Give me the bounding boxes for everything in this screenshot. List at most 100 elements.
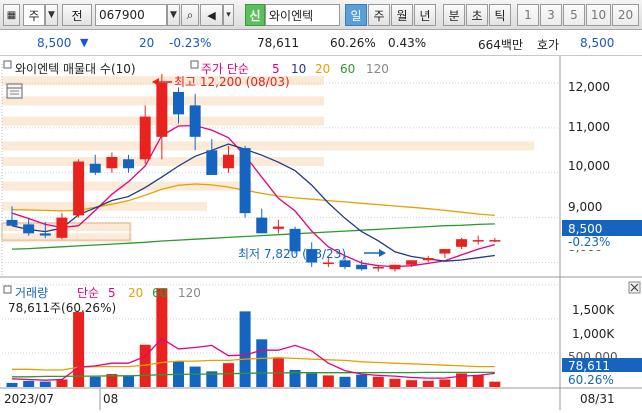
volume-bar [389,378,401,387]
volume-bar [306,373,318,387]
interval-1-button[interactable]: 1 [517,4,539,26]
candle-body [123,159,135,169]
volume-bar [23,380,35,387]
volume-bar [339,376,351,387]
price-legend-title: 와이엔텍 매물대 수(10) [15,62,136,76]
candle-body [472,240,484,242]
chart-area[interactable]: 와이엔텍 매물대 수(10) 주가 단순 5 10 20 60 120 최고 1… [0,56,642,410]
prev-button[interactable]: 전 [62,4,92,26]
candle-body [173,91,184,115]
tab-period-week[interactable]: 주 [368,4,390,26]
candle-body [389,264,401,270]
tab-period-second[interactable]: 초 [466,4,488,26]
stock-chart[interactable]: 와이엔텍 매물대 수(10) 주가 단순 5 10 20 60 120 최고 1… [0,56,642,410]
tab-period-minute[interactable]: 분 [443,4,465,26]
candle-body [23,224,35,234]
candle-body [372,267,384,269]
volume-value: 78,611 [257,36,299,50]
candle-body [189,105,201,137]
candle-body [206,150,218,175]
date-label-start: 2023/07 [4,392,54,406]
candle-body [156,82,168,137]
date-label-month: 08 [103,392,118,406]
volume-bar [406,380,418,387]
candle-body [422,258,434,261]
candle-body [222,154,234,169]
legend-swatch [3,60,12,69]
interval-3-button[interactable]: 3 [540,4,562,26]
speaker-dropdown-icon[interactable]: ▾ [223,4,234,26]
legend-swatch [190,60,199,69]
volume-tick: 1,000K [572,327,615,341]
tab-period-month[interactable]: 월 [391,4,413,26]
calendar-icon[interactable] [6,83,23,99]
volume-bar [39,381,51,387]
stock-name: 와이엔텍 [265,4,340,26]
market-dropdown-icon[interactable]: ▼ [45,4,58,26]
volume-bar [489,381,501,387]
volume-bar [422,380,434,387]
legend-ma10: 10 [291,62,306,76]
price-tick: 12,000 [568,80,610,94]
volume-summary: 78,611주(60.26%) [8,301,116,315]
volume-bar [189,366,201,387]
candle-body [356,264,368,270]
candle-body [106,157,118,169]
candle-body [406,260,418,265]
trade-amount: 664백만 [478,38,523,52]
stock-code-input[interactable]: 067900 [95,4,167,26]
market-select[interactable]: 주 [23,4,45,26]
tab-period-tick[interactable]: 틱 [489,4,511,26]
volume-legend-ma-label: 단순 [77,286,99,300]
quote-label: 호가 [537,38,560,52]
toolbar: ▦ 주 ▼ 전 067900 ▼ ⌕ ◀ ▾ 신 와이엔텍 일 주 월 년 분 … [0,0,642,30]
candle-body [489,240,501,242]
price-tag-value: 8,500 [568,222,602,236]
stock-code-dropdown-icon[interactable]: ▼ [167,4,180,26]
volume-bar [322,375,334,387]
volume-bar [439,379,451,387]
interval-5-button[interactable]: 5 [563,4,585,26]
candle-body [6,219,18,226]
legend-ma5: 5 [272,62,280,76]
legend-ma20: 20 [315,62,330,76]
candle-body [322,262,334,265]
vlegend-ma20: 20 [128,286,143,300]
down-arrow-icon: ▼ [80,36,89,49]
candle-body [139,116,151,160]
candle-body [272,226,284,229]
price-tick: 11,000 [568,120,610,134]
price-legend-ma-label: 주가 단순 [201,62,249,76]
candle-body [89,163,101,173]
volume-bar [56,379,68,387]
price-tick: 9,000 [568,200,602,214]
volume-tick: 1,500K [572,303,615,317]
vlegend-ma5: 5 [108,286,116,300]
volume-profile-band [2,141,534,151]
candle-body [239,148,251,214]
volume-bar [356,374,368,387]
volume-bar [6,382,18,387]
vlegend-ma60: 60 [152,286,167,300]
new-badge: 신 [245,4,265,26]
interval-10-button[interactable]: 10 [586,4,611,26]
current-price: 8,500 [37,36,72,50]
speaker-icon[interactable]: ◀ [200,4,223,26]
volume-bar [372,376,384,387]
high-label: 최고 12,200 (08/03) [174,75,290,89]
volume-legend-title: 거래량 [15,286,48,300]
candle-body [256,217,268,234]
search-icon[interactable]: ⌕ [181,4,199,26]
volume-bar [89,376,101,387]
candle-body [39,233,51,236]
volume-bar [123,376,135,387]
grid-icon[interactable]: ▦ [3,4,20,26]
tab-period-year[interactable]: 년 [414,4,436,26]
candle-body [439,249,451,254]
interval-20-button[interactable]: 20 [612,4,639,26]
tab-period-day[interactable]: 일 [345,4,367,26]
volume-panel-close-icon[interactable] [628,281,641,294]
volume-bar [222,363,234,387]
price-tick: 10,000 [568,159,610,173]
volume-bar [472,375,484,387]
